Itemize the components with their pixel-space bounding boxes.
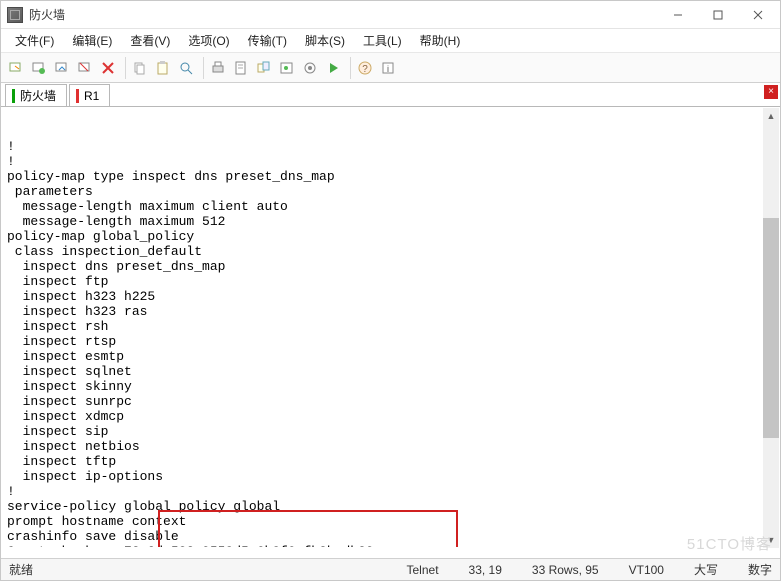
- menu-view[interactable]: 查看(V): [122, 30, 178, 51]
- tab-r1[interactable]: R1: [69, 84, 110, 106]
- terminal-line: inspect h323 h225: [7, 289, 774, 304]
- scroll-down-icon[interactable]: ▼: [763, 532, 779, 548]
- terminal-line: inspect xdmcp: [7, 409, 774, 424]
- log-icon[interactable]: [230, 57, 252, 79]
- terminal-line: inspect tftp: [7, 454, 774, 469]
- tab-status-icon: [76, 89, 79, 103]
- status-num: 数字: [748, 561, 772, 578]
- disconnect-icon[interactable]: [74, 57, 96, 79]
- options-icon[interactable]: [299, 57, 321, 79]
- window-controls: [658, 2, 778, 28]
- svg-text:?: ?: [362, 64, 368, 75]
- status-ready: 就绪: [9, 561, 33, 578]
- tab-label: 防火墙: [20, 87, 56, 104]
- terminal-line: message-length maximum 512: [7, 214, 774, 229]
- window-title: 防火墙: [29, 6, 658, 23]
- about-icon[interactable]: i: [377, 57, 399, 79]
- terminal-line: policy-map type inspect dns preset_dns_m…: [7, 169, 774, 184]
- terminal-line: inspect ftp: [7, 274, 774, 289]
- menu-file[interactable]: 文件(F): [7, 30, 62, 51]
- menu-edit[interactable]: 编辑(E): [64, 30, 120, 51]
- status-cursor-pos: 33, 19: [469, 563, 502, 577]
- terminal-line: !: [7, 484, 774, 499]
- toolbar: ? i: [1, 53, 780, 83]
- properties-icon[interactable]: [276, 57, 298, 79]
- reconnect-icon[interactable]: [51, 57, 73, 79]
- toolbar-separator: [200, 57, 204, 79]
- status-term-type: VT100: [629, 563, 664, 577]
- status-caps: 大写: [694, 561, 718, 578]
- terminal-line: message-length maximum client auto: [7, 199, 774, 214]
- terminal-line: inspect skinny: [7, 379, 774, 394]
- terminal-line: inspect rtsp: [7, 334, 774, 349]
- cancel-icon[interactable]: [97, 57, 119, 79]
- print-icon[interactable]: [207, 57, 229, 79]
- scrollbar-thumb[interactable]: [763, 218, 779, 438]
- terminal-line: inspect rsh: [7, 319, 774, 334]
- help-icon[interactable]: ?: [354, 57, 376, 79]
- terminal-line: inspect h323 ras: [7, 304, 774, 319]
- terminal-line: service-policy global_policy global: [7, 499, 774, 514]
- tab-firewall[interactable]: 防火墙: [5, 84, 67, 106]
- terminal-line: inspect sqlnet: [7, 364, 774, 379]
- svg-text:i: i: [387, 64, 389, 74]
- menu-bar: 文件(F) 编辑(E) 查看(V) 选项(O) 传输(T) 脚本(S) 工具(L…: [1, 29, 780, 53]
- terminal-line: policy-map global_policy: [7, 229, 774, 244]
- connect-icon[interactable]: [28, 57, 50, 79]
- copy-icon[interactable]: [129, 57, 151, 79]
- menu-script[interactable]: 脚本(S): [297, 30, 353, 51]
- quick-connect-icon[interactable]: [5, 57, 27, 79]
- terminal-line: inspect ip-options: [7, 469, 774, 484]
- terminal-line: prompt hostname context: [7, 514, 774, 529]
- terminal-line: Cryptochecksum:73a2dc583c9558d5c6b8f0cfb…: [7, 544, 774, 547]
- tab-label: R1: [84, 89, 99, 103]
- menu-transfer[interactable]: 传输(T): [240, 30, 295, 51]
- terminal-output[interactable]: !!policy-map type inspect dns preset_dns…: [1, 107, 780, 547]
- terminal-line: inspect dns preset_dns_map: [7, 259, 774, 274]
- scrollbar[interactable]: ▲ ▼: [763, 108, 779, 548]
- terminal-line: inspect netbios: [7, 439, 774, 454]
- script-run-icon[interactable]: [322, 57, 344, 79]
- terminal-line: inspect sunrpc: [7, 394, 774, 409]
- status-bar: 就绪 Telnet 33, 19 33 Rows, 95 VT100 大写 数字: [1, 558, 780, 580]
- tab-status-icon: [12, 89, 15, 103]
- status-size: 33 Rows, 95: [532, 563, 599, 577]
- terminal-line: !: [7, 139, 774, 154]
- scroll-up-icon[interactable]: ▲: [763, 108, 779, 124]
- menu-options[interactable]: 选项(O): [180, 30, 237, 51]
- close-button[interactable]: [738, 2, 778, 28]
- menu-tools[interactable]: 工具(L): [355, 30, 410, 51]
- terminal-line: inspect esmtp: [7, 349, 774, 364]
- paste-icon[interactable]: [152, 57, 174, 79]
- app-icon: [7, 7, 23, 23]
- toolbar-separator: [122, 57, 126, 79]
- find-icon[interactable]: [175, 57, 197, 79]
- toolbar-separator: [347, 57, 351, 79]
- session-icon[interactable]: [253, 57, 275, 79]
- title-bar: 防火墙: [1, 1, 780, 29]
- terminal-line: inspect sip: [7, 424, 774, 439]
- status-protocol: Telnet: [407, 563, 439, 577]
- maximize-button[interactable]: [698, 2, 738, 28]
- menu-help[interactable]: 帮助(H): [412, 30, 469, 51]
- terminal-line: !: [7, 154, 774, 169]
- tab-bar: 防火墙 R1 ×: [1, 83, 780, 107]
- terminal-line: crashinfo save disable: [7, 529, 774, 544]
- tab-close-icon[interactable]: ×: [764, 85, 778, 99]
- terminal-line: parameters: [7, 184, 774, 199]
- minimize-button[interactable]: [658, 2, 698, 28]
- terminal-line: class inspection_default: [7, 244, 774, 259]
